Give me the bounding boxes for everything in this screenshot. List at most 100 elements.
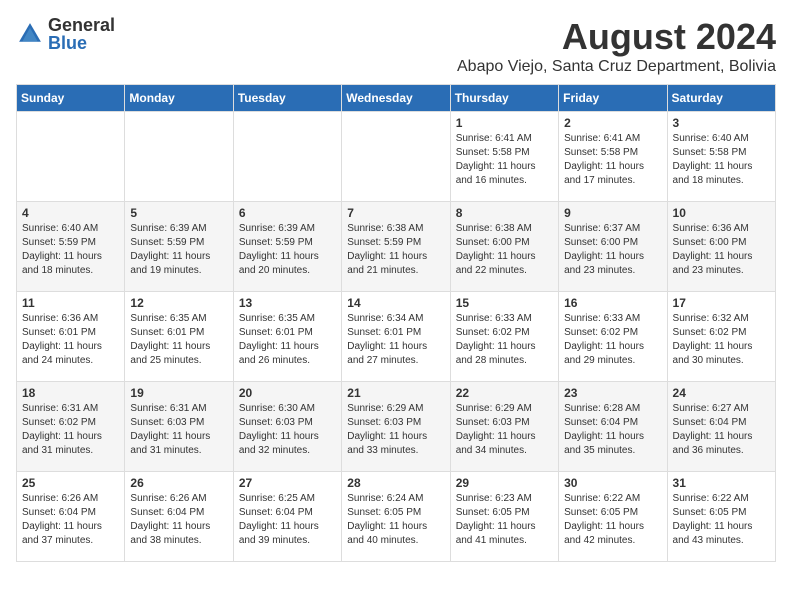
day-number: 26 — [130, 476, 227, 490]
day-number: 7 — [347, 206, 444, 220]
cell-text: Sunset: 5:59 PM — [22, 236, 119, 250]
cell-text: Sunset: 6:01 PM — [22, 326, 119, 340]
month-year-title: August 2024 — [457, 16, 776, 58]
day-number: 9 — [564, 206, 661, 220]
cell-text: Sunrise: 6:36 AM — [673, 222, 770, 236]
logo-icon — [16, 20, 44, 48]
cell-text: Sunset: 6:03 PM — [456, 416, 553, 430]
cell-text: Daylight: 11 hours and 17 minutes. — [564, 160, 661, 188]
day-number: 5 — [130, 206, 227, 220]
cell-text: Daylight: 11 hours and 18 minutes. — [673, 160, 770, 188]
day-number: 14 — [347, 296, 444, 310]
cell-text: Sunset: 6:00 PM — [673, 236, 770, 250]
day-number: 1 — [456, 116, 553, 130]
header-cell-thursday: Thursday — [450, 85, 558, 112]
cell-text: Sunset: 6:01 PM — [239, 326, 336, 340]
cell-text: Daylight: 11 hours and 42 minutes. — [564, 520, 661, 548]
cell-text: Sunrise: 6:29 AM — [347, 402, 444, 416]
day-cell: 26 Sunrise: 6:26 AMSunset: 6:04 PMDayligh… — [125, 472, 233, 562]
logo: General Blue — [16, 16, 115, 52]
cell-text: Sunset: 5:59 PM — [347, 236, 444, 250]
cell-text: Sunset: 6:05 PM — [673, 506, 770, 520]
header-cell-monday: Monday — [125, 85, 233, 112]
week-row-4: 18Sunrise: 6:31 AMSunset: 6:02 PMDayligh… — [17, 382, 776, 472]
cell-text: Sunrise: 6:37 AM — [564, 222, 661, 236]
cell-text: Sunrise: 6:35 AM — [239, 312, 336, 326]
day-number: 11 — [22, 296, 119, 310]
day-cell — [125, 112, 233, 202]
day-number: 10 — [673, 206, 770, 220]
cell-text: Sunrise: 6:24 AM — [347, 492, 444, 506]
cell-text: Sunset: 6:02 PM — [673, 326, 770, 340]
cell-text: Daylight: 11 hours and 38 minutes. — [130, 520, 227, 548]
day-cell: 15Sunrise: 6:33 AMSunset: 6:02 PMDayligh… — [450, 292, 558, 382]
title-section: August 2024 Abapo Viejo, Santa Cruz Depa… — [457, 16, 776, 76]
day-cell: 5Sunrise: 6:39 AMSunset: 5:59 PMDaylight… — [125, 202, 233, 292]
cell-text: Sunset: 6:05 PM — [347, 506, 444, 520]
week-row-5: 25Sunrise: 6:26 AMSunset: 6:04 PMDayligh… — [17, 472, 776, 562]
cell-text: Sunset: 5:58 PM — [456, 146, 553, 160]
cell-text: Sunrise: 6:41 AM — [456, 132, 553, 146]
cell-text: Sunset: 6:04 PM — [130, 506, 227, 520]
cell-text: Daylight: 11 hours and 33 minutes. — [347, 430, 444, 458]
cell-text: Sunrise: 6:31 AM — [130, 402, 227, 416]
day-cell: 27Sunrise: 6:25 AMSunset: 6:04 PMDayligh… — [233, 472, 341, 562]
cell-text: Sunset: 6:04 PM — [22, 506, 119, 520]
cell-text: Daylight: 11 hours and 35 minutes. — [564, 430, 661, 458]
week-row-3: 11Sunrise: 6:36 AMSunset: 6:01 PMDayligh… — [17, 292, 776, 382]
cell-text: Sunrise: 6:38 AM — [347, 222, 444, 236]
cell-text: Sunrise: 6:33 AM — [564, 312, 661, 326]
cell-text: Sunrise: 6:25 AM — [239, 492, 336, 506]
day-cell: 28 Sunrise: 6:24 AMSunset: 6:05 PMDayligh… — [342, 472, 450, 562]
cell-text: Daylight: 11 hours and 20 minutes. — [239, 250, 336, 278]
day-number: 30 — [564, 476, 661, 490]
day-number: 25 — [22, 476, 119, 490]
day-cell: 2Sunrise: 6:41 AMSunset: 5:58 PMDaylight… — [559, 112, 667, 202]
day-cell: 13Sunrise: 6:35 AMSunset: 6:01 PMDayligh… — [233, 292, 341, 382]
day-cell: 12Sunrise: 6:35 AMSunset: 6:01 PMDayligh… — [125, 292, 233, 382]
cell-text: Daylight: 11 hours and 41 minutes. — [456, 520, 553, 548]
page-header: General Blue August 2024 Abapo Viejo, Sa… — [16, 16, 776, 76]
header-cell-wednesday: Wednesday — [342, 85, 450, 112]
day-number: 20 — [239, 386, 336, 400]
cell-text: Sunrise: 6:26 AM — [130, 492, 227, 506]
cell-text: Sunset: 6:01 PM — [347, 326, 444, 340]
cell-text: Sunset: 6:05 PM — [564, 506, 661, 520]
cell-text: Sunrise: 6:30 AM — [239, 402, 336, 416]
cell-text: Sunrise: 6:36 AM — [22, 312, 119, 326]
cell-text: Daylight: 11 hours and 23 minutes. — [673, 250, 770, 278]
day-cell: 16Sunrise: 6:33 AMSunset: 6:02 PMDayligh… — [559, 292, 667, 382]
day-cell — [17, 112, 125, 202]
cell-text: Daylight: 11 hours and 26 minutes. — [239, 340, 336, 368]
day-cell: 9Sunrise: 6:37 AMSunset: 6:00 PMDaylight… — [559, 202, 667, 292]
cell-text: Daylight: 11 hours and 24 minutes. — [22, 340, 119, 368]
day-number: 16 — [564, 296, 661, 310]
cell-text: Sunset: 6:03 PM — [239, 416, 336, 430]
day-cell — [342, 112, 450, 202]
cell-text: Sunrise: 6:28 AM — [564, 402, 661, 416]
cell-text: Sunrise: 6:22 AM — [564, 492, 661, 506]
day-cell — [233, 112, 341, 202]
cell-text: Sunset: 6:04 PM — [239, 506, 336, 520]
cell-text: Sunrise: 6:22 AM — [673, 492, 770, 506]
cell-text: Daylight: 11 hours and 23 minutes. — [564, 250, 661, 278]
header-row: SundayMondayTuesdayWednesdayThursdayFrid… — [17, 85, 776, 112]
cell-text: Sunset: 6:03 PM — [347, 416, 444, 430]
cell-text: Daylight: 11 hours and 40 minutes. — [347, 520, 444, 548]
cell-text: Daylight: 11 hours and 25 minutes. — [130, 340, 227, 368]
day-cell: 23Sunrise: 6:28 AMSunset: 6:04 PMDayligh… — [559, 382, 667, 472]
day-number: 28 — [347, 476, 444, 490]
logo-blue: Blue — [48, 34, 115, 52]
day-number: 8 — [456, 206, 553, 220]
cell-text: Sunrise: 6:38 AM — [456, 222, 553, 236]
cell-text: Sunrise: 6:39 AM — [130, 222, 227, 236]
cell-text: Daylight: 11 hours and 32 minutes. — [239, 430, 336, 458]
cell-text: Daylight: 11 hours and 19 minutes. — [130, 250, 227, 278]
header-cell-sunday: Sunday — [17, 85, 125, 112]
day-cell: 18Sunrise: 6:31 AMSunset: 6:02 PMDayligh… — [17, 382, 125, 472]
day-number: 21 — [347, 386, 444, 400]
day-number: 19 — [130, 386, 227, 400]
cell-text: Sunrise: 6:39 AM — [239, 222, 336, 236]
cell-text: Sunset: 5:58 PM — [564, 146, 661, 160]
cell-text: Daylight: 11 hours and 34 minutes. — [456, 430, 553, 458]
